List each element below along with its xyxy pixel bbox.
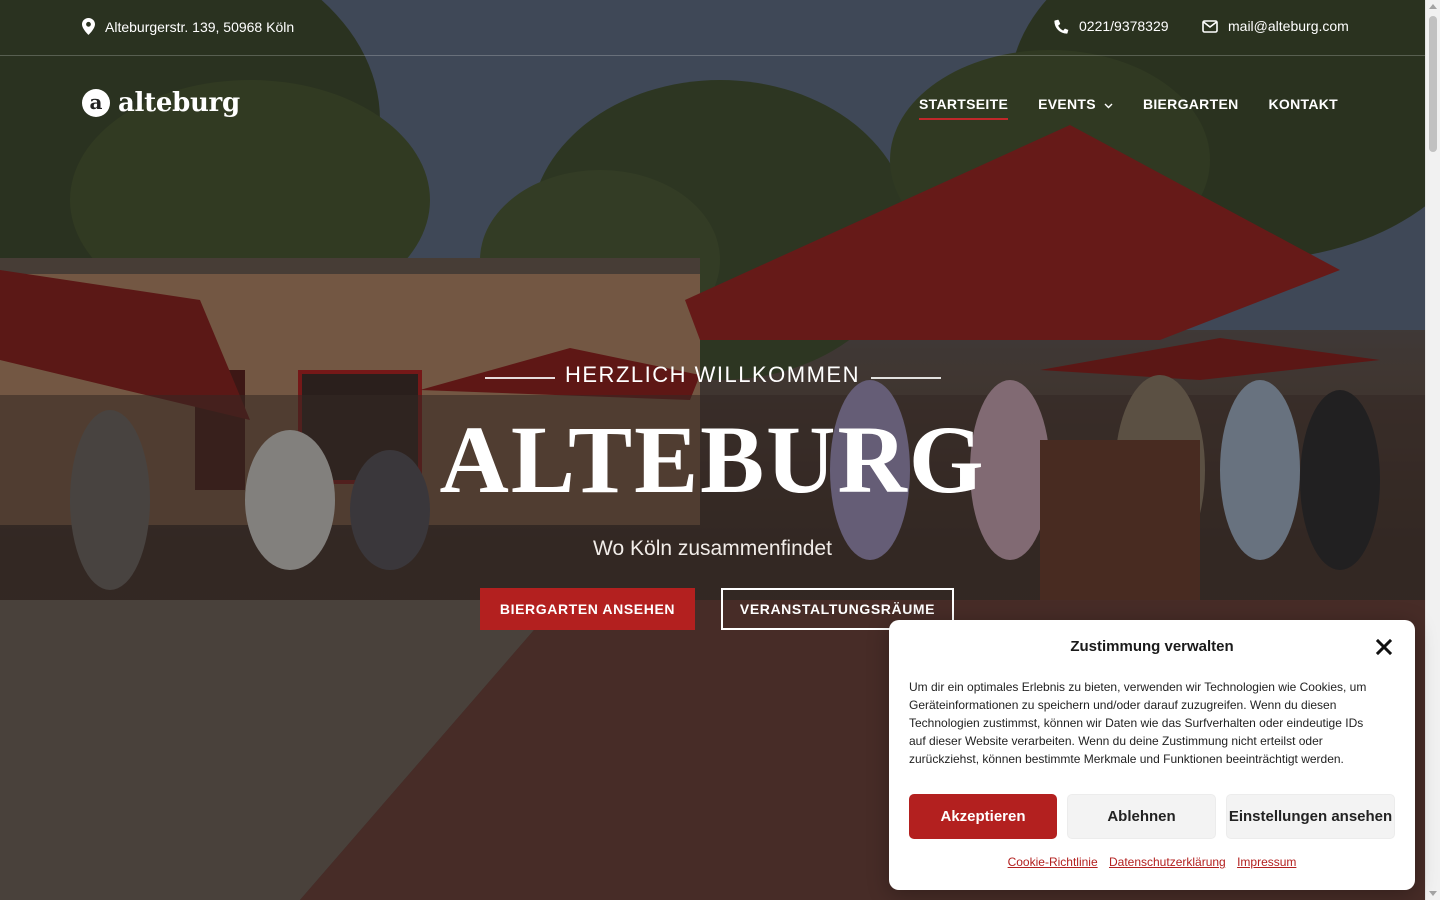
deny-cookies-button[interactable]: Ablehnen — [1067, 794, 1216, 839]
nav-item-startseite[interactable]: STARTSEITE — [919, 96, 1009, 120]
hero-title: ALTEBURG — [439, 406, 986, 513]
phone-link[interactable]: 0221/9378329 — [1054, 18, 1169, 34]
cookie-preferences-button[interactable]: Einstellungen ansehen — [1226, 794, 1395, 839]
nav-item-label: EVENTS — [1038, 96, 1096, 112]
chevron-down-icon — [1104, 96, 1113, 112]
accept-cookies-button[interactable]: Akzeptieren — [909, 794, 1057, 839]
nav-item-label: KONTAKT — [1268, 96, 1338, 112]
phone-text: 0221/9378329 — [1079, 18, 1169, 34]
logo-mark: a — [82, 89, 110, 117]
email-text: mail@alteburg.com — [1228, 18, 1349, 34]
scroll-up-arrow-icon[interactable] — [1429, 4, 1437, 9]
cookie-dialog-links: Cookie-Richtlinie Datenschutzerklärung I… — [889, 855, 1415, 869]
top-contact-bar: Alteburgerstr. 139, 50968 Köln 0221/9378… — [0, 0, 1425, 56]
nav-item-kontakt[interactable]: KONTAKT — [1269, 96, 1339, 120]
scrollbar-thumb[interactable] — [1429, 16, 1437, 152]
nav-item-label: STARTSEITE — [919, 96, 1009, 112]
privacy-policy-link[interactable]: Datenschutzerklärung — [1109, 855, 1226, 869]
cookie-dialog-title: Zustimmung verwalten — [1070, 638, 1234, 655]
logo-wordmark: alteburg — [118, 88, 240, 118]
cookie-consent-dialog: Zustimmung verwalten Um dir ein optimale… — [889, 620, 1415, 890]
main-navigation: STARTSEITE EVENTS BIERGARTEN KONTAKT — [919, 96, 1338, 120]
email-link[interactable]: mail@alteburg.com — [1202, 18, 1349, 34]
biergarten-button[interactable]: BIERGARTEN ANSEHEN — [480, 588, 695, 630]
page-scrollbar[interactable] — [1425, 0, 1440, 900]
envelope-icon — [1202, 19, 1218, 33]
hero-kicker: HERZLICH WILLKOMMEN — [565, 362, 860, 387]
site-logo[interactable]: a alteburg — [82, 88, 240, 118]
nav-item-biergarten[interactable]: BIERGARTEN — [1143, 96, 1239, 120]
location-pin-icon — [82, 18, 95, 35]
scroll-down-arrow-icon[interactable] — [1429, 891, 1437, 896]
cookie-dialog-text: Um dir ein optimales Erlebnis zu bieten,… — [909, 680, 1367, 766]
cookie-policy-link[interactable]: Cookie-Richtlinie — [1008, 855, 1098, 869]
address-info: Alteburgerstr. 139, 50968 Köln — [82, 18, 294, 35]
nav-item-label: BIERGARTEN — [1142, 96, 1239, 112]
close-icon[interactable] — [1375, 638, 1393, 656]
imprint-link[interactable]: Impressum — [1237, 855, 1296, 869]
address-text: Alteburgerstr. 139, 50968 Köln — [105, 18, 295, 35]
hero-subtitle: Wo Köln zusammenfindet — [593, 537, 832, 560]
nav-item-events[interactable]: EVENTS — [1038, 96, 1113, 120]
phone-icon — [1054, 19, 1069, 34]
